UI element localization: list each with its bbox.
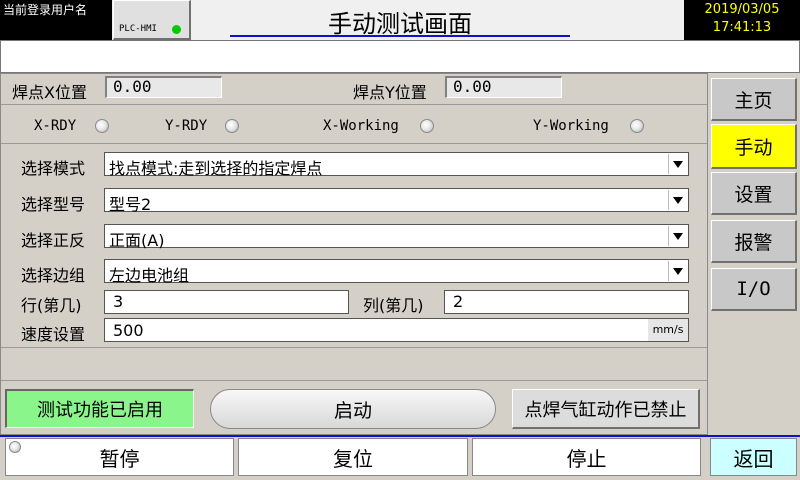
chevron-down-icon[interactable] <box>668 154 687 174</box>
nav-io-button[interactable]: I/O <box>711 268 797 311</box>
group-select-value: 左边电池组 <box>109 266 190 285</box>
chevron-down-icon[interactable] <box>668 190 687 210</box>
model-select[interactable]: 型号2 <box>104 188 689 214</box>
pause-button[interactable]: 暂停 <box>5 438 234 476</box>
mode-select[interactable]: 找点模式:走到选择的指定焊点 <box>104 152 689 178</box>
divider-1 <box>1 104 707 105</box>
divider-4 <box>1 380 707 381</box>
model-select-value: 型号2 <box>109 195 152 214</box>
nav-alarm-button[interactable]: 报警 <box>711 220 797 263</box>
speed-input[interactable]: 500 mm/s <box>104 318 689 342</box>
y-working-label: Y-Working <box>533 118 609 134</box>
divider-2 <box>1 143 707 144</box>
user-name-label: 当前登录用户名 <box>0 0 112 40</box>
test-status-indicator: 测试功能已启用 <box>5 389 194 428</box>
reset-button[interactable]: 复位 <box>238 438 468 476</box>
pause-indicator <box>9 441 21 453</box>
nav-home-button[interactable]: 主页 <box>711 78 797 121</box>
message-bar <box>0 40 800 73</box>
back-button[interactable]: 返回 <box>710 438 797 476</box>
side-select-value: 正面(A) <box>109 231 165 250</box>
speed-value: 500 <box>113 321 144 340</box>
x-working-indicator <box>420 119 434 133</box>
nav-settings-button[interactable]: 设置 <box>711 172 797 215</box>
mode-label: 选择模式 <box>21 159 86 178</box>
y-position-field: 0.00 <box>445 76 562 98</box>
time-text: 17:41:13 <box>712 20 772 35</box>
x-rdy-indicator <box>95 119 109 133</box>
group-select[interactable]: 左边电池组 <box>104 259 689 285</box>
col-input[interactable]: 2 <box>444 290 689 314</box>
x-rdy-label: X-RDY <box>34 118 77 134</box>
side-select[interactable]: 正面(A) <box>104 224 689 250</box>
plc-label: PLC-HMI <box>119 24 157 34</box>
row-input[interactable]: 3 <box>104 290 349 314</box>
mode-select-value: 找点模式:走到选择的指定焊点 <box>109 159 323 178</box>
stop-button[interactable]: 停止 <box>472 438 701 476</box>
speed-label: 速度设置 <box>21 325 86 344</box>
col-label: 列(第几) <box>363 296 424 315</box>
page-title: 手动测试画面 <box>328 10 472 38</box>
y-rdy-indicator <box>225 119 239 133</box>
start-button[interactable]: 启动 <box>210 389 496 429</box>
group-label: 选择边组 <box>21 266 86 285</box>
plc-status-led <box>172 25 181 34</box>
date-text: 2019/03/05 <box>704 2 780 17</box>
chevron-down-icon[interactable] <box>668 226 687 246</box>
model-label: 选择型号 <box>21 195 86 214</box>
x-position-field: 0.00 <box>105 76 222 98</box>
x-working-label: X-Working <box>323 118 399 134</box>
cylinder-status-indicator: 点焊气缸动作已禁止 <box>512 389 700 429</box>
y-rdy-label: Y-RDY <box>165 118 208 134</box>
y-position-label: 焊点Y位置 <box>353 83 427 102</box>
chevron-down-icon[interactable] <box>668 261 687 281</box>
x-position-label: 焊点X位置 <box>12 83 87 102</box>
y-working-indicator <box>630 119 644 133</box>
plc-status-box: PLC-HMI <box>113 0 191 40</box>
divider-3 <box>1 347 707 348</box>
side-label: 选择正反 <box>21 231 86 250</box>
title-underline <box>230 35 570 37</box>
speed-unit: mm/s <box>648 319 688 341</box>
datetime-box: 2019/03/05 17:41:13 <box>684 0 800 40</box>
row-label: 行(第几) <box>21 296 82 315</box>
nav-manual-button[interactable]: 手动 <box>711 124 797 169</box>
